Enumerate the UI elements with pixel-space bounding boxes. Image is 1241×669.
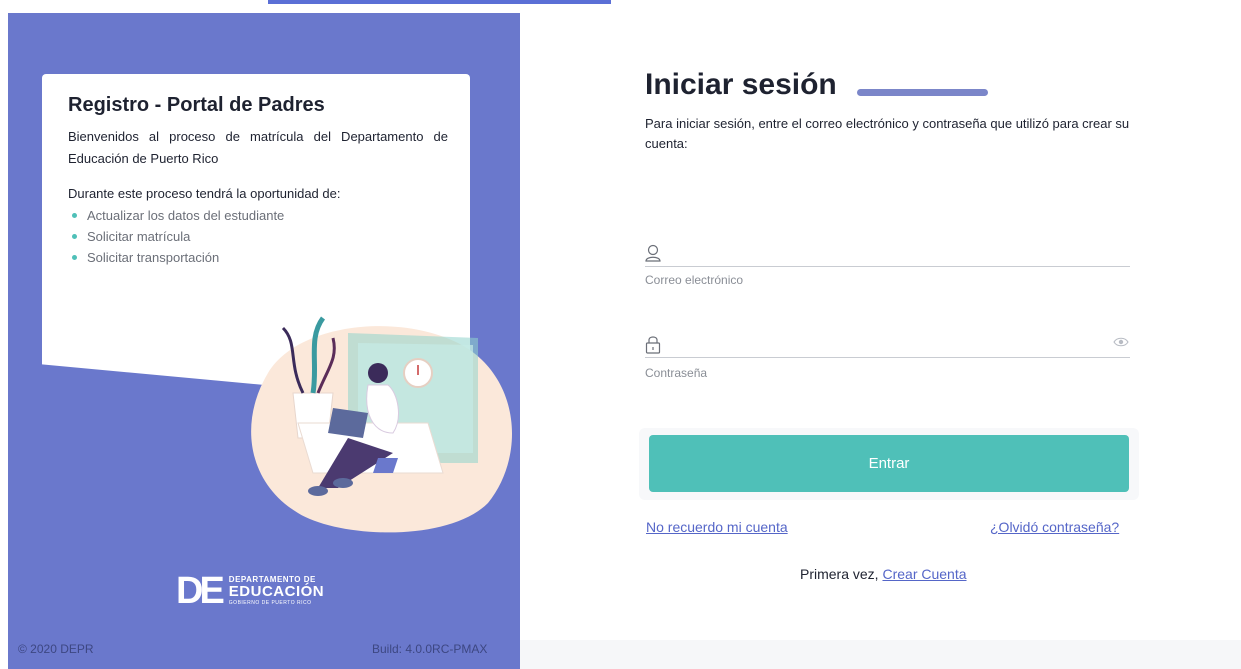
list-item: Actualizar los datos del estudiante: [72, 205, 284, 226]
user-icon: [645, 244, 661, 262]
build-text: Build: 4.0.0RC-PMAX: [372, 642, 488, 656]
card-intro: Bienvenidos al proceso de matrícula del …: [68, 129, 448, 166]
password-field: Contraseña: [645, 334, 1130, 384]
logo-mark: DE: [176, 570, 225, 612]
email-label: Correo electrónico: [645, 273, 744, 287]
lock-icon: [645, 336, 661, 354]
list-item: Solicitar matrícula: [72, 226, 284, 247]
forgot-account-link[interactable]: No recuerdo mi cuenta: [646, 519, 788, 535]
email-underline: [645, 266, 1130, 267]
student-illustration: [251, 316, 512, 533]
logo-text: DEPARTAMENTO DE EDUCACIÓN GOBIERNO DE PU…: [229, 575, 324, 607]
first-time-prompt: Primera vez, Crear Cuenta: [800, 566, 967, 582]
copyright-text: © 2020 DEPR: [18, 642, 94, 656]
logo-line2: EDUCACIÓN: [228, 583, 325, 600]
bullet-icon: [72, 255, 77, 260]
submit-area: Entrar: [639, 428, 1139, 500]
card-list: Actualizar los datos del estudiante Soli…: [72, 205, 284, 268]
password-input[interactable]: [671, 334, 1101, 358]
bullet-icon: [72, 213, 77, 218]
de-logo: DE DEPARTAMENTO DE EDUCACIÓN GOBIERNO DE…: [176, 570, 324, 612]
login-description: Para iniciar sesión, entre el correo ele…: [645, 116, 1130, 151]
bottom-bar: [520, 640, 1241, 669]
list-item-label: Actualizar los datos del estudiante: [87, 208, 285, 223]
create-account-link[interactable]: Crear Cuenta: [882, 566, 966, 582]
email-input[interactable]: [671, 242, 1101, 266]
left-panel: Registro - Portal de Padres Bienvenidos …: [8, 13, 520, 669]
bullet-icon: [72, 234, 77, 239]
list-item-label: Solicitar transportación: [87, 250, 220, 265]
title-underline: [857, 89, 988, 96]
password-underline: [645, 357, 1130, 358]
list-item-label: Solicitar matrícula: [87, 229, 191, 244]
submit-button[interactable]: Entrar: [649, 435, 1129, 492]
logo-line3: GOBIERNO DE PUERTO RICO: [228, 600, 312, 606]
card-subtitle: Durante este proceso tendrá la oportunid…: [68, 186, 341, 201]
top-accent-strip: [268, 0, 611, 4]
first-time-text: Primera vez,: [800, 566, 879, 582]
card-title: Registro - Portal de Padres: [68, 94, 325, 116]
eye-icon[interactable]: [1113, 336, 1129, 348]
forgot-password-link[interactable]: ¿Olvidó contraseña?: [990, 519, 1119, 535]
email-field: Correo electrónico: [645, 242, 1130, 292]
password-label: Contraseña: [645, 366, 708, 380]
list-item: Solicitar transportación: [72, 247, 284, 268]
page-title: Iniciar sesión: [645, 68, 837, 101]
